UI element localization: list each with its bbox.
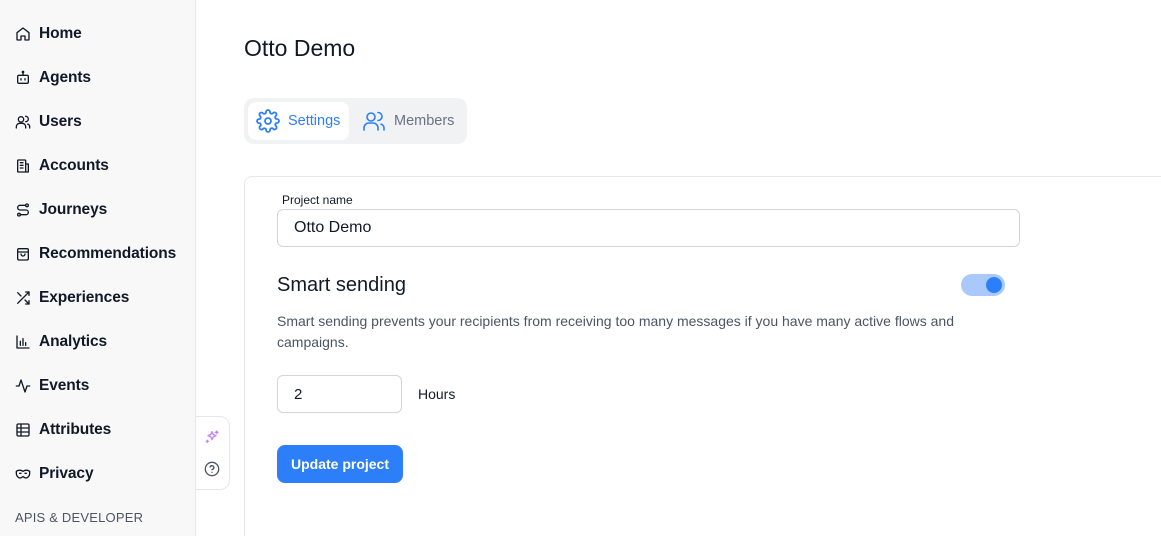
sidebar-item-accounts[interactable]: Accounts xyxy=(0,148,195,184)
shuffle-icon xyxy=(15,290,31,306)
sidebar-item-label: Privacy xyxy=(39,465,94,482)
toggle-knob xyxy=(986,277,1002,293)
floating-tool-strip xyxy=(196,416,230,490)
page-title: Otto Demo xyxy=(244,35,356,61)
sidebar-item-label: Journeys xyxy=(39,201,108,218)
tab-settings[interactable]: Settings xyxy=(248,102,349,140)
sidebar-item-events[interactable]: Events xyxy=(0,368,195,404)
project-name-input[interactable] xyxy=(277,209,1020,247)
sidebar-item-agents[interactable]: Agents xyxy=(0,60,195,96)
sidebar-item-home[interactable]: Home xyxy=(0,16,195,52)
gear-icon xyxy=(256,109,288,133)
sidebar-item-attributes[interactable]: Attributes xyxy=(0,412,195,448)
sidebar-section-label: APIS & DEVELOPER xyxy=(15,510,144,525)
sidebar-item-label: Users xyxy=(39,113,82,130)
smart-sending-toggle[interactable] xyxy=(961,274,1005,296)
tab-bar: Settings Members xyxy=(244,98,467,144)
sidebar-item-label: Attributes xyxy=(39,421,112,438)
sparkles-icon xyxy=(204,429,220,445)
app-root: Home Agents Users Accounts Journeys Reco… xyxy=(0,0,1161,536)
table-icon xyxy=(15,422,31,438)
sidebar-item-label: Events xyxy=(39,377,90,394)
update-project-button[interactable]: Update project xyxy=(277,445,403,483)
sidebar-item-privacy[interactable]: Privacy xyxy=(0,456,195,492)
sidebar-item-analytics[interactable]: Analytics xyxy=(0,324,195,360)
project-name-label: Project name xyxy=(282,193,353,207)
sidebar-item-label: Home xyxy=(39,25,82,42)
sidebar-item-label: Recommendations xyxy=(39,245,177,262)
sidebar-item-label: Experiences xyxy=(39,289,130,306)
sidebar-item-journeys[interactable]: Journeys xyxy=(0,192,195,228)
users-icon xyxy=(362,109,394,133)
mask-icon xyxy=(15,466,31,482)
bar-chart-icon xyxy=(15,334,31,350)
hours-input[interactable] xyxy=(277,375,402,413)
smart-sending-title: Smart sending xyxy=(277,274,406,296)
sidebar-item-label: Accounts xyxy=(39,157,109,174)
shopping-bag-icon xyxy=(15,246,31,262)
ai-assistant-button[interactable] xyxy=(200,425,224,449)
hours-label: Hours xyxy=(418,386,456,402)
activity-icon xyxy=(15,378,31,394)
tab-settings-label: Settings xyxy=(288,113,341,129)
route-icon xyxy=(15,202,31,218)
tab-members-label: Members xyxy=(394,113,455,129)
help-circle-icon xyxy=(204,461,220,477)
sidebar-item-label: Agents xyxy=(39,69,91,86)
sidebar: Home Agents Users Accounts Journeys Reco… xyxy=(0,0,196,536)
robot-icon xyxy=(15,70,31,86)
building-icon xyxy=(15,158,31,174)
tab-members[interactable]: Members xyxy=(354,102,464,140)
sidebar-item-label: Analytics xyxy=(39,333,108,350)
sidebar-item-users[interactable]: Users xyxy=(0,104,195,140)
smart-sending-description: Smart sending prevents your recipients f… xyxy=(277,313,954,350)
sidebar-item-experiences[interactable]: Experiences xyxy=(0,280,195,316)
users-icon xyxy=(15,114,31,130)
help-button[interactable] xyxy=(200,457,224,481)
sidebar-item-recommendations[interactable]: Recommendations xyxy=(0,236,195,272)
home-icon xyxy=(15,26,31,42)
